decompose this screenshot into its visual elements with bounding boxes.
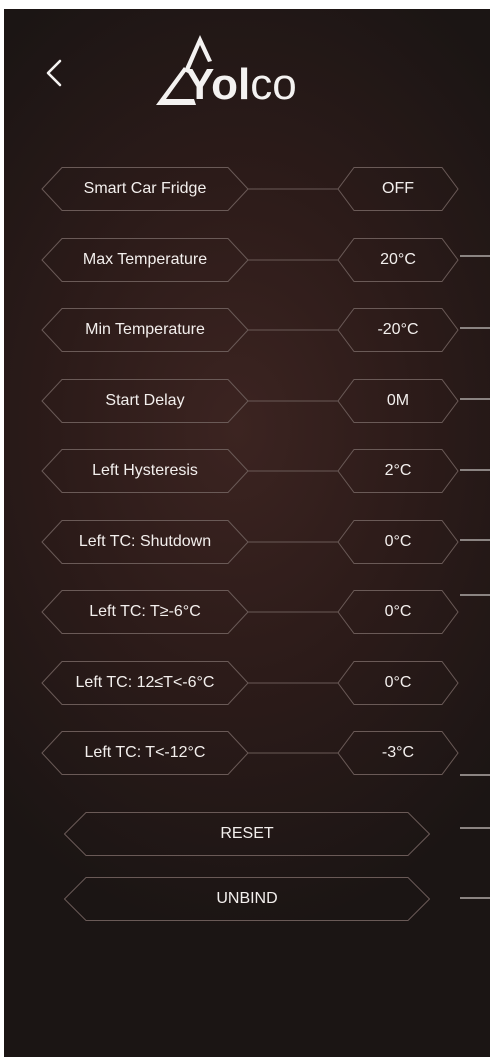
logo-wordmark: Yolco [185,60,297,110]
setting-value-button[interactable]: 0M [338,379,458,423]
setting-label: Left TC: 12≤T<-6°C [75,674,215,691]
scroll-tick [460,827,490,829]
logo-text-bold: Yol [185,60,251,109]
back-button[interactable] [38,55,74,91]
scroll-tick [460,469,490,471]
scroll-tick [460,897,490,899]
setting-row: Left Hysteresis 2°C [4,449,490,493]
unbind-button[interactable]: UNBIND [64,877,430,921]
scroll-tick [460,539,490,541]
setting-label: Start Delay [105,392,185,409]
setting-value-button[interactable]: 0°C [338,590,458,634]
setting-value-button[interactable]: 0°C [338,520,458,564]
yolco-logo: Yolco [154,31,354,111]
setting-label: Max Temperature [82,251,208,268]
setting-row: Left TC: T≥-6°C 0°C [4,590,490,634]
setting-value-button[interactable]: 0°C [338,661,458,705]
setting-row: Left TC: Shutdown 0°C [4,520,490,564]
scroll-tick [460,255,490,257]
setting-row: Start Delay 0M [4,379,490,423]
setting-label: Min Temperature [85,321,205,338]
setting-value-button[interactable]: -3°C [338,731,458,775]
setting-value-button[interactable]: 20°C [338,238,458,282]
chevron-left-icon [46,59,62,87]
setting-label: Left TC: T<-12°C [84,744,206,761]
setting-label: Left TC: T≥-6°C [89,603,201,620]
setting-row: Smart Car Fridge OFF [4,167,490,211]
setting-label: Smart Car Fridge [83,180,207,197]
logo-text-light: co [250,60,297,109]
scroll-tick [460,594,490,596]
unbind-button-label: UNBIND [216,890,278,907]
scroll-tick [460,774,490,776]
setting-label: Left Hysteresis [92,462,198,479]
scroll-tick [460,398,490,400]
reset-button[interactable]: RESET [64,812,430,856]
settings-screen: Yolco Smart Car Fridge OFF Max Temperature… [4,9,490,1057]
setting-label: Left TC: Shutdown [78,533,212,550]
setting-row: Min Temperature -20°C [4,308,490,352]
setting-row: Max Temperature 20°C [4,238,490,282]
setting-value-button[interactable]: OFF [338,167,458,211]
reset-button-label: RESET [220,825,274,842]
scroll-tick [460,327,490,329]
setting-value-button[interactable]: 2°C [338,449,458,493]
setting-row: Left TC: T<-12°C -3°C [4,731,490,775]
setting-row: Left TC: 12≤T<-6°C 0°C [4,661,490,705]
setting-value-button[interactable]: -20°C [338,308,458,352]
